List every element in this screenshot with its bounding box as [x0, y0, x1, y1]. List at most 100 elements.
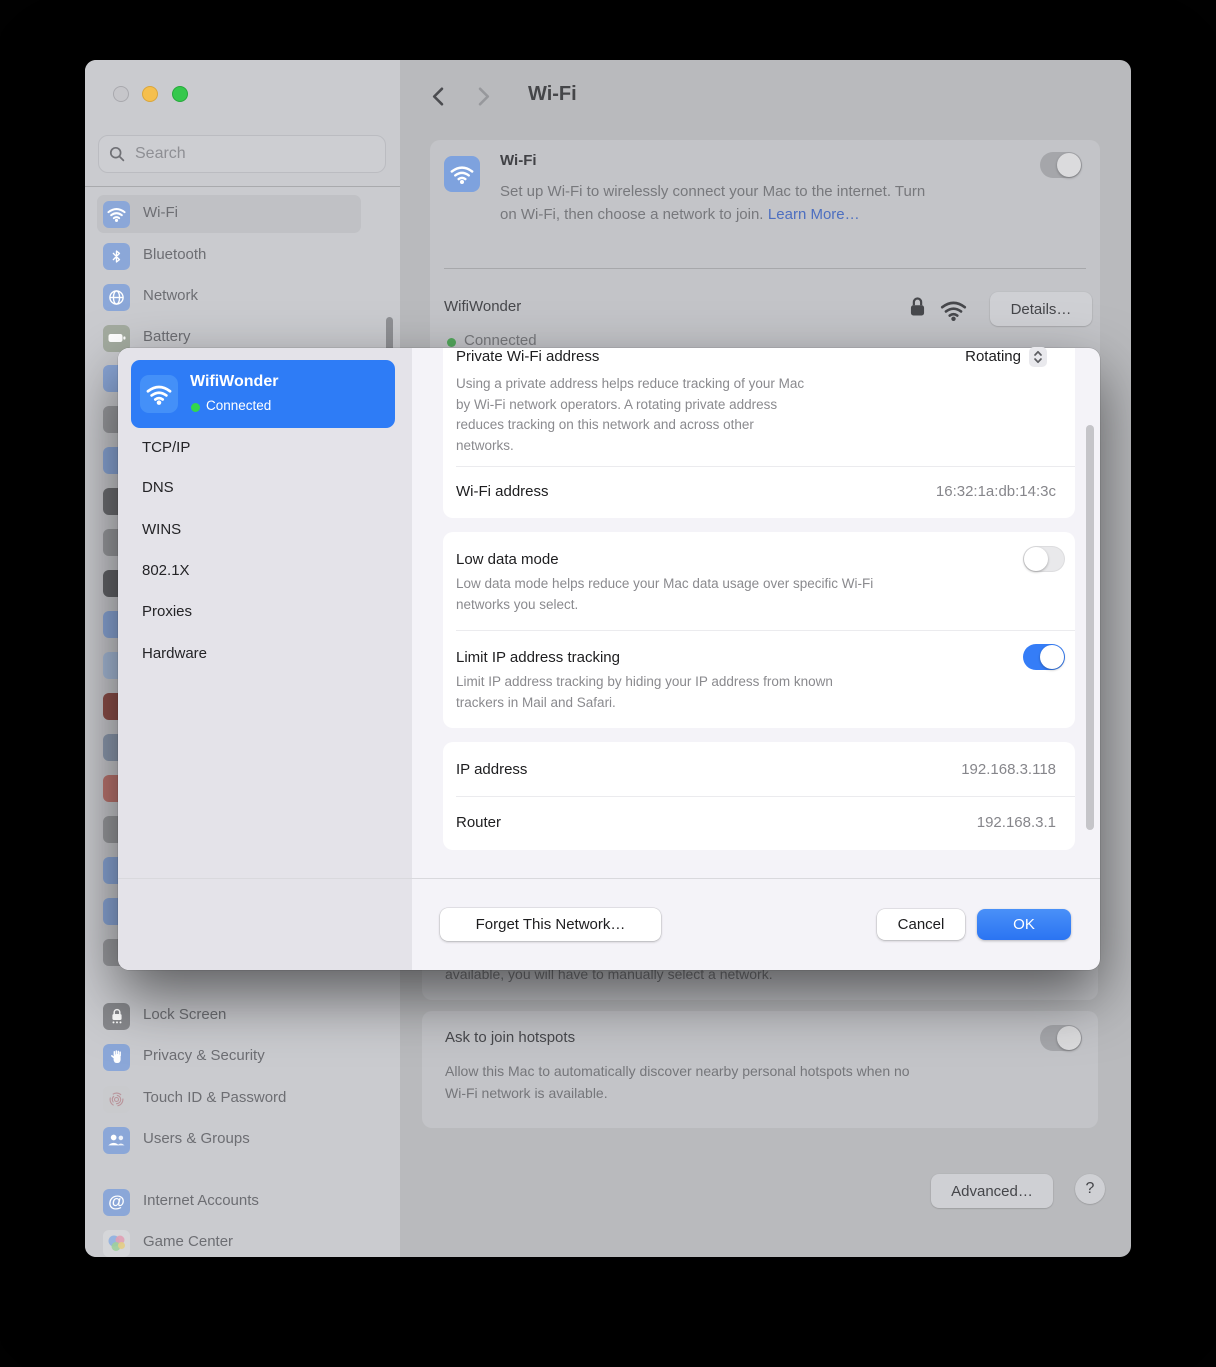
- dialog-scrollbar[interactable]: [1086, 425, 1094, 830]
- wifi-toggle[interactable]: [1040, 152, 1082, 178]
- sidebar-item-label: Lock Screen: [143, 1006, 227, 1023]
- search-icon: [109, 146, 125, 162]
- low-data-description: Low data mode helps reduce your Mac data…: [456, 576, 874, 591]
- private-address-description-2: by Wi-Fi network operators. A rotating p…: [456, 396, 778, 412]
- page-title: Wi-Fi: [528, 83, 577, 105]
- advanced-button[interactable]: Advanced…: [931, 1174, 1053, 1208]
- globe-icon: [103, 283, 130, 311]
- private-address-value[interactable]: Rotating: [965, 348, 1021, 365]
- close-button[interactable]: [113, 86, 129, 102]
- dialog-selected-network[interactable]: WifiWonder Connected: [131, 360, 395, 428]
- wifi-signal-icon: [940, 300, 967, 326]
- wifi-card-description-2: on Wi-Fi, then choose a network to join.…: [500, 206, 860, 223]
- limit-ip-description-2: trackers in Mail and Safari.: [456, 694, 616, 710]
- dialog-tab-tcpip[interactable]: TCP/IP: [142, 439, 190, 456]
- game-center-icon: [103, 1229, 130, 1257]
- details-button[interactable]: Details…: [990, 292, 1092, 326]
- hotspots-description-2: Wi-Fi network is available.: [445, 1085, 608, 1101]
- sidebar-divider: [85, 186, 400, 187]
- private-address-description-3: reduces tracking on this network and acr…: [456, 417, 754, 432]
- users-icon: [103, 1126, 130, 1154]
- sidebar-item-users-groups[interactable]: Users & Groups: [97, 1121, 361, 1159]
- sidebar-item-label: Bluetooth: [143, 246, 207, 263]
- dialog-sidebar: WifiWonder Connected TCP/IP DNS WINS 802…: [118, 348, 412, 970]
- fingerprint-icon: [103, 1085, 130, 1113]
- connected-dot-icon: [447, 338, 456, 347]
- connected-dot-icon: [191, 403, 200, 412]
- search-field[interactable]: [98, 135, 386, 173]
- limit-ip-description: Limit IP address tracking by hiding your…: [456, 674, 833, 689]
- ip-address-label: IP address: [456, 761, 528, 778]
- network-details-dialog: WifiWonder Connected TCP/IP DNS WINS 802…: [118, 347, 1100, 970]
- stepper-chevrons-icon[interactable]: [1029, 347, 1047, 367]
- sidebar-item-label: Game Center: [143, 1233, 234, 1250]
- bluetooth-icon: [103, 242, 130, 270]
- at-sign-icon: @: [103, 1188, 130, 1216]
- wifi-card: Wi-Fi Set up Wi-Fi to wirelessly connect…: [430, 140, 1100, 362]
- sidebar-item-label: Battery: [143, 328, 191, 345]
- sidebar-item-lock-screen[interactable]: Lock Screen: [97, 997, 361, 1035]
- sidebar-item-wifi[interactable]: Wi-Fi: [97, 195, 361, 233]
- ip-card: IP address 192.168.3.118 Router 192.168.…: [443, 742, 1075, 850]
- network-status: Connected: [464, 332, 537, 349]
- wifi-address-value: 16:32:1a:db:14:3c: [935, 483, 1056, 500]
- wifi-icon: [140, 375, 178, 413]
- screen: Wi-Fi Bluetooth Network: [0, 0, 1216, 1367]
- low-data-description-2: networks you select.: [456, 596, 579, 612]
- router-value: 192.168.3.1: [976, 814, 1056, 831]
- limit-ip-toggle[interactable]: [1023, 644, 1065, 670]
- router-label: Router: [456, 814, 502, 831]
- low-data-label: Low data mode: [456, 551, 559, 568]
- forget-network-button[interactable]: Forget This Network…: [440, 908, 661, 941]
- sidebar-item-label: Users & Groups: [143, 1130, 250, 1147]
- help-button[interactable]: ?: [1075, 1174, 1105, 1204]
- sidebar-item-label: Privacy & Security: [143, 1047, 265, 1064]
- sidebar-item-game-center[interactable]: Game Center: [97, 1224, 361, 1257]
- sidebar-item-label: Internet Accounts: [143, 1192, 259, 1209]
- wifi-card-description: Set up Wi-Fi to wirelessly connect your …: [500, 183, 926, 200]
- sidebar-item-internet-accounts[interactable]: @ Internet Accounts: [97, 1183, 361, 1221]
- hotspots-description: Allow this Mac to automatically discover…: [445, 1063, 910, 1079]
- sidebar-item-privacy-security[interactable]: Privacy & Security: [97, 1038, 361, 1076]
- dialog-tab-8021x[interactable]: 802.1X: [142, 562, 190, 579]
- ok-button[interactable]: OK: [977, 909, 1071, 940]
- forward-button[interactable]: [478, 87, 490, 111]
- back-button[interactable]: [432, 87, 444, 111]
- sidebar-item-touch-id[interactable]: Touch ID & Password: [97, 1080, 361, 1118]
- search-input[interactable]: [133, 144, 363, 164]
- zoom-button[interactable]: [172, 86, 188, 102]
- dialog-network-status: Connected: [206, 398, 272, 413]
- wifi-address-label: Wi-Fi address: [456, 483, 549, 500]
- network-name: WifiWonder: [444, 298, 522, 315]
- wifi-icon: [103, 200, 130, 228]
- private-address-description: Using a private address helps reduce tra…: [456, 376, 805, 391]
- sidebar-item-label: Network: [143, 287, 199, 304]
- sidebar-item-bluetooth[interactable]: Bluetooth: [97, 237, 361, 275]
- dialog-tab-hardware[interactable]: Hardware: [142, 645, 207, 662]
- private-address-label: Private Wi-Fi address: [456, 348, 600, 365]
- private-address-description-4: networks.: [456, 437, 514, 453]
- dialog-tab-dns[interactable]: DNS: [142, 479, 174, 496]
- dialog-network-name: WifiWonder: [190, 373, 279, 390]
- hand-icon: [103, 1043, 130, 1071]
- lock-screen-icon: [103, 1002, 130, 1030]
- cancel-button[interactable]: Cancel: [877, 909, 965, 940]
- learn-more-link[interactable]: Learn More…: [768, 206, 860, 223]
- private-address-card: Private Wi-Fi address Rotating Using a p…: [443, 347, 1075, 518]
- hotspots-toggle[interactable]: [1040, 1025, 1082, 1051]
- dialog-footer-divider: [118, 878, 1100, 879]
- wifi-card-title: Wi-Fi: [500, 152, 537, 169]
- limit-ip-label: Limit IP address tracking: [456, 649, 620, 666]
- sidebar-item-label: Wi-Fi: [143, 204, 178, 221]
- ip-address-value: 192.168.3.118: [961, 761, 1056, 778]
- sidebar-item-label: Touch ID & Password: [143, 1089, 287, 1106]
- low-data-toggle[interactable]: [1023, 546, 1065, 572]
- data-options-card: Low data mode Low data mode helps reduce…: [443, 532, 1075, 728]
- hotspots-title: Ask to join hotspots: [445, 1029, 576, 1046]
- hotspots-card: Ask to join hotspots Allow this Mac to a…: [422, 1011, 1098, 1128]
- lock-icon: [909, 295, 926, 323]
- sidebar-item-network[interactable]: Network: [97, 278, 361, 316]
- dialog-tab-proxies[interactable]: Proxies: [142, 603, 192, 620]
- dialog-tab-wins[interactable]: WINS: [142, 521, 181, 538]
- minimize-button[interactable]: [142, 86, 158, 102]
